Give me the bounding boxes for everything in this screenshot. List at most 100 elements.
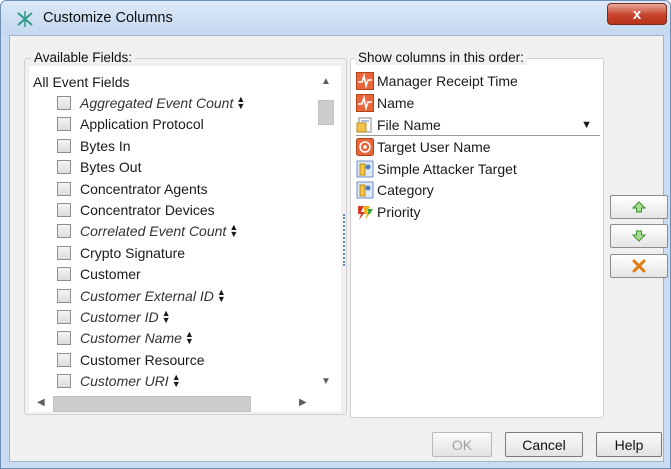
field-row[interactable]: Customer xyxy=(57,264,141,284)
field-label: Customer External ID xyxy=(80,287,214,304)
event-field-icon xyxy=(356,72,374,90)
scroll-left-icon[interactable]: ◀ xyxy=(37,397,45,408)
move-up-button[interactable] xyxy=(610,195,668,219)
field-checkbox[interactable] xyxy=(57,245,71,260)
column-row[interactable]: Target User Name xyxy=(356,137,600,157)
field-label: Customer URI xyxy=(80,373,169,390)
field-checkbox[interactable] xyxy=(57,267,71,282)
resource-icon xyxy=(356,181,374,199)
ok-button-label: OK xyxy=(451,436,473,453)
field-label: Customer ID xyxy=(80,309,159,325)
cancel-button-label: Cancel xyxy=(522,436,566,453)
field-row[interactable]: Customer Name ▲ ▼ xyxy=(57,328,194,348)
column-order-label: Show columns in this order: xyxy=(355,50,527,65)
field-row[interactable]: Customer ID ▲ ▼ xyxy=(57,307,171,327)
move-down-button[interactable] xyxy=(610,224,668,248)
field-label: Concentrator Devices xyxy=(80,202,215,218)
field-row[interactable]: Concentrator Devices xyxy=(57,200,215,220)
column-order-group: Show columns in this order: Manager Rece… xyxy=(350,50,604,418)
field-row[interactable]: Bytes Out xyxy=(57,157,141,177)
field-row[interactable]: Correlated Event Count ▲ ▼ xyxy=(57,221,238,241)
available-fields-label: Available Fields: xyxy=(31,50,136,65)
vertical-scroll-thumb[interactable] xyxy=(318,100,334,125)
column-row[interactable]: Priority xyxy=(356,202,600,222)
column-row[interactable]: Manager Receipt Time xyxy=(356,71,600,91)
column-label: Simple Attacker Target xyxy=(377,161,517,177)
field-row[interactable]: Crypto Signature xyxy=(57,243,185,263)
field-checkbox[interactable] xyxy=(57,224,71,239)
column-label: Priority xyxy=(377,204,421,220)
title-bar[interactable]: Customize Columns x xyxy=(1,1,670,35)
field-checkbox[interactable] xyxy=(57,374,71,389)
field-row[interactable]: Customer URI ▲ ▼ xyxy=(57,371,181,391)
field-checkbox[interactable] xyxy=(57,310,71,324)
all-event-fields-node[interactable]: All Event Fields xyxy=(33,74,129,90)
dialog-body: Available Fields: All Event Fields Aggre… xyxy=(9,35,668,462)
field-checkbox[interactable] xyxy=(57,96,71,110)
remove-column-button[interactable] xyxy=(610,254,668,278)
horizontal-scroll-thumb[interactable] xyxy=(53,396,251,412)
vertical-scrollbar[interactable]: ▲ ▼ xyxy=(316,66,334,392)
available-fields-tree[interactable]: All Event Fields Aggregated Event Count ▲… xyxy=(29,66,341,412)
column-row[interactable]: File Name ▼ xyxy=(356,115,600,135)
field-row[interactable]: Customer External ID ▲ ▼ xyxy=(57,286,226,306)
sort-arrows-icon: ▲ ▼ xyxy=(184,329,194,347)
chevron-down-icon[interactable]: ▼ xyxy=(581,119,592,131)
scroll-right-icon[interactable]: ▶ xyxy=(299,397,307,408)
file-icon xyxy=(356,117,372,133)
sort-arrows-icon: ▲ ▼ xyxy=(161,308,171,325)
field-label: Customer Name xyxy=(80,330,182,347)
field-label: Customer Resource xyxy=(80,351,205,368)
field-row[interactable]: Concentrator Agents xyxy=(57,179,208,199)
field-checkbox[interactable] xyxy=(57,203,71,217)
sort-arrows-icon: ▲ ▼ xyxy=(229,222,239,240)
window-title: Customize Columns xyxy=(43,10,173,26)
column-row[interactable]: Name xyxy=(356,93,600,113)
field-label: Customer xyxy=(80,266,141,283)
panel-splitter[interactable] xyxy=(343,214,347,266)
sort-arrows-icon: ▲ ▼ xyxy=(236,94,246,111)
target-icon xyxy=(356,138,374,156)
field-checkbox[interactable] xyxy=(57,181,71,196)
field-row[interactable]: Customer Resource xyxy=(57,350,205,370)
field-row[interactable]: Aggregated Event Count ▲ ▼ xyxy=(57,93,245,113)
column-row[interactable]: Simple Attacker Target xyxy=(356,159,600,179)
sort-arrows-icon: ▲ ▼ xyxy=(216,286,226,304)
customize-columns-app-icon xyxy=(17,11,33,27)
close-icon: x xyxy=(632,5,642,23)
cancel-button[interactable]: Cancel xyxy=(505,432,583,457)
delete-x-icon xyxy=(632,259,646,273)
sort-arrows-icon: ▲ ▼ xyxy=(171,372,181,390)
field-checkbox[interactable] xyxy=(57,331,71,346)
help-button[interactable]: Help xyxy=(596,432,662,457)
scroll-down-icon[interactable]: ▼ xyxy=(321,376,331,387)
field-checkbox[interactable] xyxy=(57,352,71,367)
field-checkbox[interactable] xyxy=(57,160,71,175)
scroll-up-icon[interactable]: ▲ xyxy=(321,76,331,87)
resource-icon xyxy=(356,160,374,178)
horizontal-scrollbar[interactable]: ◀ ▶ xyxy=(29,392,316,412)
field-checkbox[interactable] xyxy=(57,288,71,303)
field-row[interactable]: Bytes In xyxy=(57,136,131,156)
field-label: Bytes Out xyxy=(80,159,142,176)
field-checkbox[interactable] xyxy=(57,138,71,153)
help-button-label: Help xyxy=(614,436,644,453)
field-label: Application Protocol xyxy=(80,116,204,133)
field-label: Correlated Event Count xyxy=(80,223,227,240)
column-label: Category xyxy=(377,182,434,198)
field-label: Bytes In xyxy=(80,137,131,154)
priority-icon xyxy=(358,206,373,220)
column-label: Target User Name xyxy=(377,139,491,155)
ok-button[interactable]: OK xyxy=(432,432,492,457)
arrow-down-icon xyxy=(632,230,646,242)
event-field-icon xyxy=(356,94,374,112)
field-checkbox[interactable] xyxy=(57,117,71,132)
close-button[interactable]: x xyxy=(607,3,667,25)
field-row[interactable]: Application Protocol xyxy=(57,114,204,134)
field-label: Aggregated Event Count xyxy=(80,95,234,111)
customize-columns-dialog: Customize Columns x Available Fields: Al… xyxy=(0,0,671,469)
column-label: File Name xyxy=(377,117,441,133)
column-row[interactable]: Category xyxy=(356,180,600,200)
arrow-up-icon xyxy=(632,201,646,213)
field-label: Concentrator Agents xyxy=(80,180,208,197)
